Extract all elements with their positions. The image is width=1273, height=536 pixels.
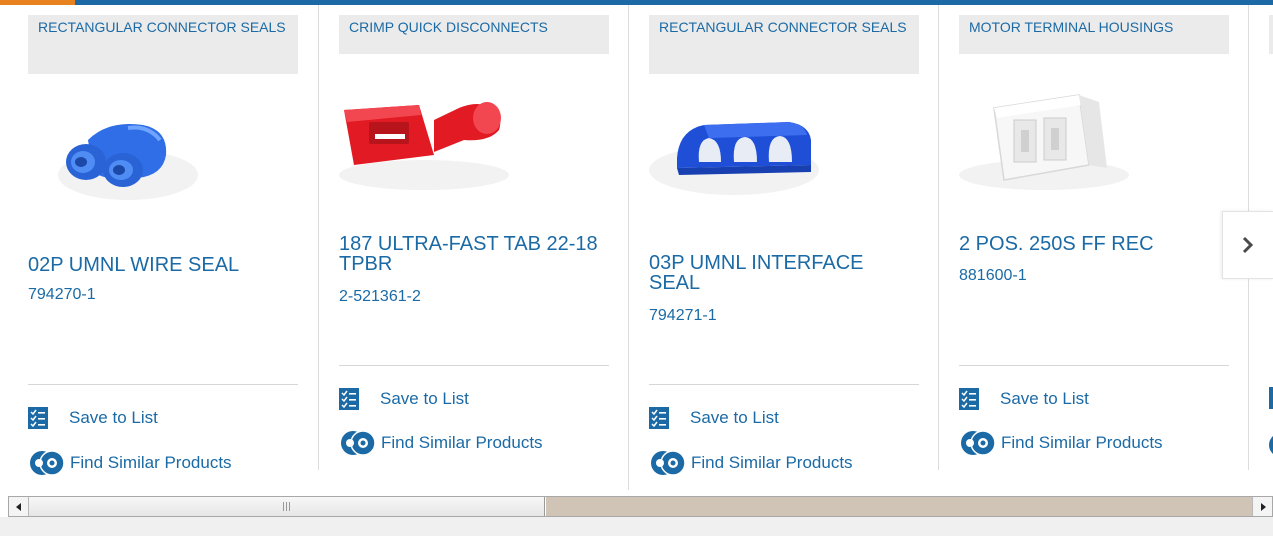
find-similar-label: Find Similar Products xyxy=(1001,433,1163,452)
find-similar-label: Find Similar Products xyxy=(691,453,853,472)
scrollbar-track[interactable] xyxy=(546,497,1252,516)
carousel-viewport: RECTANGULAR CONNECTOR SEALS 02P UMNL WIR… xyxy=(0,5,1273,490)
product-image[interactable] xyxy=(649,100,819,215)
product-name-link[interactable]: 2 POS. 250S FF REC xyxy=(959,234,1219,254)
save-to-list-button[interactable]: Save to List xyxy=(649,406,779,430)
product-card: MOTOR TERMINAL HOUSINGS 2 POS. 250S FF R… xyxy=(939,5,1249,490)
product-image[interactable] xyxy=(959,80,1129,195)
save-to-list-button[interactable]: Save to List xyxy=(28,406,158,430)
find-similar-icon xyxy=(651,450,686,476)
arrow-left-icon xyxy=(15,502,21,511)
find-similar-icon xyxy=(341,430,376,456)
part-number-link[interactable]: 2-521361-2 xyxy=(339,288,421,306)
part-number-link[interactable]: 881600-1 xyxy=(959,267,1027,285)
category-label[interactable]: RECTANGULAR CONNECTOR SEALS xyxy=(649,15,919,74)
save-to-list-button[interactable]: Save to List xyxy=(959,387,1089,411)
save-to-list-button[interactable]: Save to List xyxy=(339,387,469,411)
scrollbar-thumb[interactable] xyxy=(29,497,545,516)
list-icon xyxy=(28,407,48,429)
product-image[interactable] xyxy=(48,100,218,215)
grip-icon xyxy=(283,502,290,511)
part-number-link[interactable]: 794270-1 xyxy=(28,286,96,304)
product-card: RECTANGULAR CONNECTOR SEALS 02P UMNL WIR… xyxy=(8,5,318,490)
save-to-list-label: Save to List xyxy=(690,408,779,427)
carousel-next-button[interactable] xyxy=(1222,211,1273,279)
horizontal-scrollbar[interactable] xyxy=(8,496,1273,517)
save-to-list-label: Save to List xyxy=(1000,389,1089,408)
product-name-link[interactable]: 187 ULTRA-FAST TAB 22-18 TPBR xyxy=(339,234,599,274)
scroll-left-button[interactable] xyxy=(9,497,29,516)
find-similar-icon xyxy=(30,450,65,476)
list-icon xyxy=(649,407,669,429)
list-icon xyxy=(339,388,359,410)
find-similar-label: Find Similar Products xyxy=(70,453,232,472)
find-similar-icon xyxy=(1269,433,1273,457)
list-icon xyxy=(959,388,979,410)
find-similar-button[interactable]: Find Similar Products xyxy=(959,429,1163,457)
find-similar-button[interactable]: Find Similar Products xyxy=(649,449,853,477)
list-icon xyxy=(1269,387,1273,409)
product-image[interactable] xyxy=(339,80,509,195)
arrow-right-icon xyxy=(1260,502,1266,511)
save-to-list-label: Save to List xyxy=(380,389,469,408)
card-separator xyxy=(649,384,919,385)
product-name-link[interactable]: 03P UMNL INTERFACE SEAL xyxy=(649,253,909,293)
find-similar-label: Find Similar Products xyxy=(381,433,543,452)
category-label[interactable]: MOTOR TERMINAL HOUSINGS xyxy=(959,15,1229,54)
save-to-list-label: Save to List xyxy=(69,408,158,427)
product-carousel-page: RECTANGULAR CONNECTOR SEALS 02P UMNL WIR… xyxy=(0,0,1273,536)
scroll-right-button[interactable] xyxy=(1252,497,1272,516)
category-label[interactable]: RECTANGULAR CONNECTOR SEALS xyxy=(28,15,298,74)
category-label[interactable]: CRIMP QUICK DISCONNECTS xyxy=(339,15,609,54)
product-card: CRIMP QUICK DISCONNECTS 187 ULTRA-FAST T… xyxy=(319,5,629,490)
part-number-link[interactable]: 794271-1 xyxy=(649,307,717,325)
find-similar-button[interactable]: Find Similar Products xyxy=(28,449,232,477)
find-similar-button[interactable]: Find Similar Products xyxy=(339,429,543,457)
card-separator xyxy=(28,384,298,385)
card-separator xyxy=(959,365,1229,366)
product-name-link[interactable]: 02P UMNL WIRE SEAL xyxy=(28,255,288,275)
find-similar-icon xyxy=(961,430,996,456)
footer-background xyxy=(0,517,1273,536)
card-separator xyxy=(339,365,609,366)
category-label xyxy=(1269,15,1273,54)
chevron-right-icon xyxy=(1242,236,1254,254)
product-card: RECTANGULAR CONNECTOR SEALS 03P UMNL INT… xyxy=(629,5,939,490)
